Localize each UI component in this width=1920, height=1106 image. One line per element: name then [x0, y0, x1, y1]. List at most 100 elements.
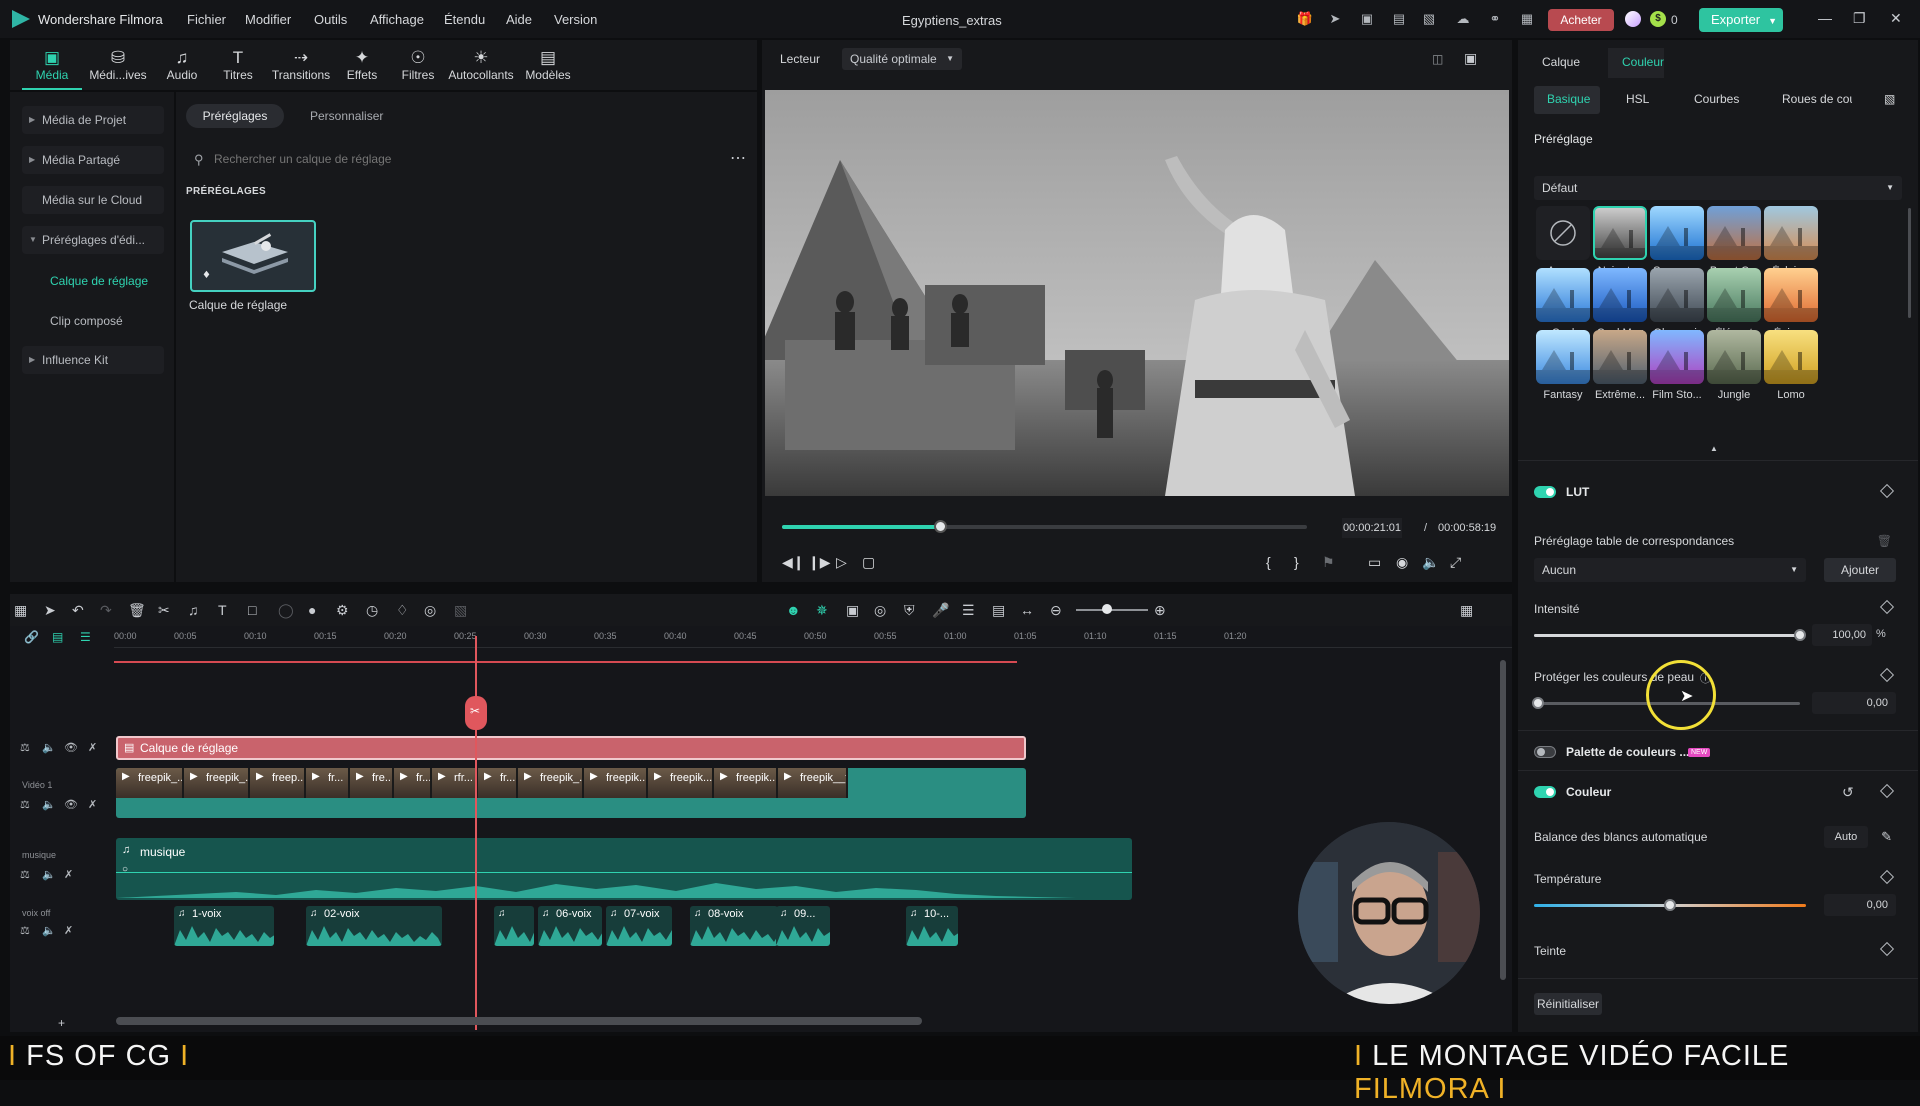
voice-clip[interactable]: ♫ 02-voix: [306, 906, 442, 946]
mark-out-icon[interactable]: }: [1294, 554, 1299, 570]
voice-clip[interactable]: ♫ 09...: [776, 906, 830, 946]
tab-media[interactable]: ▣ Média: [22, 40, 82, 90]
send-icon[interactable]: ➤: [1326, 11, 1344, 27]
lock-icon[interactable]: ⚖: [20, 868, 30, 881]
zoom-out-icon[interactable]: ⊖: [1050, 602, 1062, 619]
menu-modifier[interactable]: Modifier: [245, 12, 291, 27]
vertical-scrollbar[interactable]: [1500, 660, 1506, 980]
select-icon[interactable]: ➤: [44, 602, 56, 619]
undo-icon[interactable]: ↶: [72, 602, 84, 619]
gift-icon[interactable]: 🎁: [1296, 11, 1314, 27]
fullscreen-icon[interactable]: ⤢: [1450, 554, 1461, 571]
minimize-icon[interactable]: —: [1818, 10, 1832, 26]
restore-icon[interactable]: ❐: [1853, 10, 1866, 27]
volume-icon[interactable]: 🔈: [42, 798, 56, 811]
adjustment-layer-clip[interactable]: ▤ Calque de réglage: [116, 736, 1026, 760]
palette-toggle[interactable]: [1534, 746, 1556, 758]
preset-dropdown[interactable]: Défaut ▼: [1534, 176, 1902, 200]
intensity-value[interactable]: 100,00: [1812, 624, 1872, 646]
menu-outils[interactable]: Outils: [314, 12, 347, 27]
lock-icon[interactable]: ⚖: [20, 924, 30, 937]
playhead-handle[interactable]: ✂: [465, 696, 487, 730]
video-clip[interactable]: ▶ fr...: [306, 768, 350, 798]
stabilize-icon[interactable]: ◯: [278, 602, 294, 619]
ai-assist-icon[interactable]: ☻: [786, 602, 801, 618]
video-clip[interactable]: ▶ freepik_...: [518, 768, 584, 798]
subtab-basique[interactable]: Basique: [1547, 92, 1590, 106]
keyframe-diamond-icon[interactable]: [1879, 783, 1895, 799]
keyframe-diamond-icon[interactable]: [1879, 941, 1895, 957]
video-clip[interactable]: ▶ freepik_...: [184, 768, 250, 798]
keyframe-icon[interactable]: ♢: [396, 602, 409, 619]
camera-icon[interactable]: ◉: [1396, 554, 1408, 571]
video-clip[interactable]: ▶ freepik...: [648, 768, 714, 798]
temperature-knob[interactable]: [1664, 899, 1676, 911]
quality-select[interactable]: Qualité optimale ▼: [842, 48, 962, 70]
zoom-slider[interactable]: [1076, 604, 1148, 614]
eye-icon[interactable]: 👁: [64, 741, 78, 754]
keyframe-diamond-icon[interactable]: [1879, 599, 1895, 615]
preset-item[interactable]: Cool Max: [1591, 268, 1649, 339]
cloud-upload-icon[interactable]: ☁: [1454, 11, 1472, 27]
music-clip[interactable]: ♫ musique ○: [116, 838, 1132, 900]
voice-clip[interactable]: ♫ 07-voix: [606, 906, 672, 946]
view-options-icon[interactable]: ▦: [1460, 602, 1473, 619]
mark-in-icon[interactable]: {: [1266, 554, 1271, 570]
save-icon[interactable]: ▧: [1420, 11, 1438, 27]
volume-icon[interactable]: 🔈: [42, 924, 56, 937]
display-icon[interactable]: ▭: [1368, 554, 1381, 571]
shield-icon[interactable]: ⛨: [904, 602, 915, 619]
time-ruler[interactable]: 00:00 00:05 00:10 00:15 00:20 00:25 00:30 00:35…: [114, 626, 1512, 648]
screen-record-icon[interactable]: ▣: [1358, 11, 1376, 27]
voice-clip[interactable]: ♫ 1-voix: [174, 906, 274, 946]
preset-item[interactable]: Film Sto...: [1648, 330, 1706, 401]
subtab-roues[interactable]: Roues de cou: [1782, 92, 1852, 106]
tab-templates[interactable]: ▤ Modèles: [518, 40, 578, 90]
subtitle-icon[interactable]: ☰: [962, 602, 975, 619]
add-track-icon[interactable]: ▤: [52, 630, 63, 644]
fit-icon[interactable]: ↔: [1020, 602, 1034, 618]
nav-shared-media[interactable]: ▶ Média Partagé: [22, 146, 164, 174]
compare-view-icon[interactable]: ◫: [1432, 52, 1443, 66]
keyframe-diamond-icon[interactable]: [1879, 869, 1895, 885]
preset-item[interactable]: Superpr...: [1648, 206, 1706, 277]
preset-item[interactable]: Cool: [1534, 268, 1592, 339]
crop-icon[interactable]: □: [248, 602, 256, 618]
video-clip[interactable]: ▶ freepik__ti...: [778, 768, 848, 798]
volume-icon[interactable]: 🔈: [1422, 554, 1439, 571]
layout-icon[interactable]: ▤: [1390, 11, 1408, 27]
subtab-hsl[interactable]: HSL: [1626, 92, 1649, 106]
save-preset-icon[interactable]: ▧: [1884, 92, 1895, 106]
chip-presets[interactable]: Préréglages: [186, 104, 284, 128]
stop-icon[interactable]: ▢: [862, 554, 875, 571]
skin-knob[interactable]: [1532, 697, 1544, 709]
link-icon[interactable]: 🔗: [24, 630, 39, 644]
video-clip[interactable]: ▶ fr...: [478, 768, 518, 798]
zoom-knob[interactable]: [1102, 604, 1112, 614]
preset-item[interactable]: Éclairer: [1762, 206, 1820, 277]
voice-clip[interactable]: ♫ 08-voix: [690, 906, 778, 946]
voice-clip[interactable]: ♫ 06-voix: [538, 906, 602, 946]
trash-icon[interactable]: 🗑: [1877, 534, 1892, 548]
temperature-value[interactable]: 0,00: [1824, 894, 1896, 916]
grid-icon[interactable]: ▦: [1518, 11, 1536, 27]
export-button[interactable]: Exporter ▼: [1699, 8, 1783, 32]
headset-icon[interactable]: ⚭: [1486, 11, 1504, 27]
tab-calque[interactable]: Calque: [1542, 55, 1580, 69]
preset-item[interactable]: Noir et ...: [1591, 206, 1649, 277]
preset-item[interactable]: Aucun: [1534, 206, 1592, 277]
video-clip[interactable]: ▶ fr...: [394, 768, 432, 798]
tab-stock-media[interactable]: ⛁ Médi...ives: [82, 40, 154, 90]
menu-etendu[interactable]: Étendu: [444, 12, 485, 27]
reset-button[interactable]: Réinitialiser: [1534, 993, 1602, 1015]
adjustment-layer-card[interactable]: ♦: [190, 220, 316, 292]
tab-transitions[interactable]: ⇢ Transitions: [266, 40, 336, 90]
nav-compound-clip[interactable]: Clip composé: [50, 314, 123, 328]
motion-icon[interactable]: ◎: [874, 602, 886, 619]
redo-icon[interactable]: ↷: [100, 602, 112, 619]
text-tool-icon[interactable]: T: [218, 602, 227, 618]
color-icon[interactable]: ●: [308, 602, 316, 618]
intensity-knob[interactable]: [1794, 629, 1806, 641]
zoom-in-icon[interactable]: ⊕: [1154, 602, 1166, 619]
track-manager-icon[interactable]: ☰: [80, 630, 91, 644]
